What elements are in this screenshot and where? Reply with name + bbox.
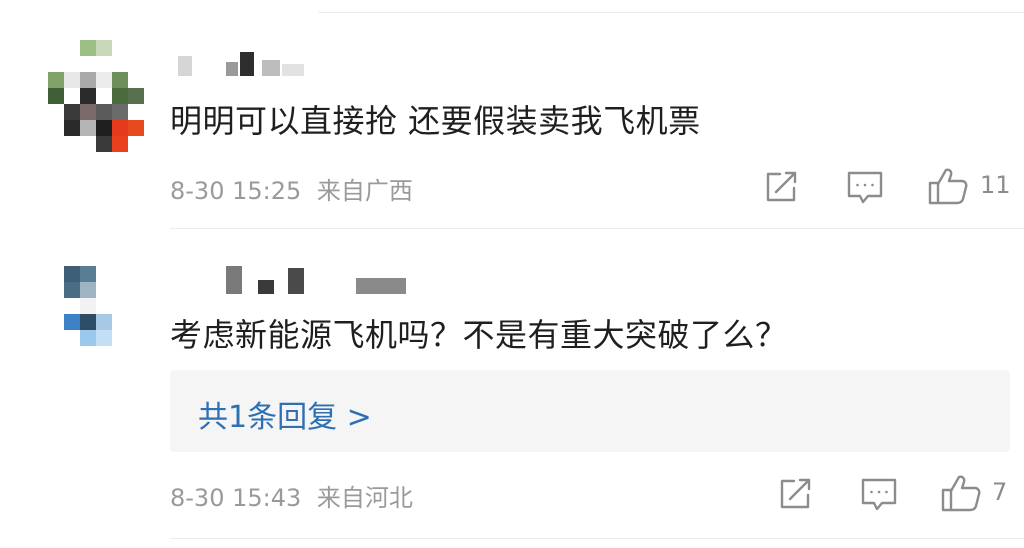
like-count: 11 <box>980 171 1011 199</box>
comment-time: 8-30 15:43 <box>170 484 302 512</box>
username-blurred[interactable] <box>170 50 320 82</box>
comment-location: 来自广西 <box>316 177 413 205</box>
comment-text: 考虑新能源飞机吗？不是有重大突破了么？ <box>170 316 788 354</box>
comment-location: 来自河北 <box>316 484 413 512</box>
comment-time: 8-30 15:25 <box>170 177 302 205</box>
bottom-divider <box>170 538 1024 539</box>
thumbs-up-icon[interactable] <box>927 166 969 206</box>
avatar[interactable] <box>64 266 128 362</box>
top-divider <box>318 12 1024 13</box>
thumbs-up-icon[interactable] <box>940 473 982 513</box>
comment-meta: 8-30 15:43 来自河北 <box>170 478 413 513</box>
comment-meta: 8-30 15:25 来自广西 <box>170 171 413 206</box>
reply-summary-box[interactable]: 共1条回复 > <box>170 370 1010 452</box>
view-replies-link[interactable]: 共1条回复 > <box>198 392 372 436</box>
like-count: 7 <box>992 478 1008 506</box>
comment-divider <box>170 228 1024 229</box>
username-blurred[interactable] <box>222 264 412 300</box>
comment-icon[interactable] <box>846 170 884 206</box>
comment-icon[interactable] <box>860 477 898 513</box>
avatar[interactable] <box>48 40 144 152</box>
share-icon[interactable] <box>778 477 814 511</box>
share-icon[interactable] <box>764 170 800 204</box>
comment-text: 明明可以直接抢 还要假装卖我飞机票 <box>170 102 701 140</box>
